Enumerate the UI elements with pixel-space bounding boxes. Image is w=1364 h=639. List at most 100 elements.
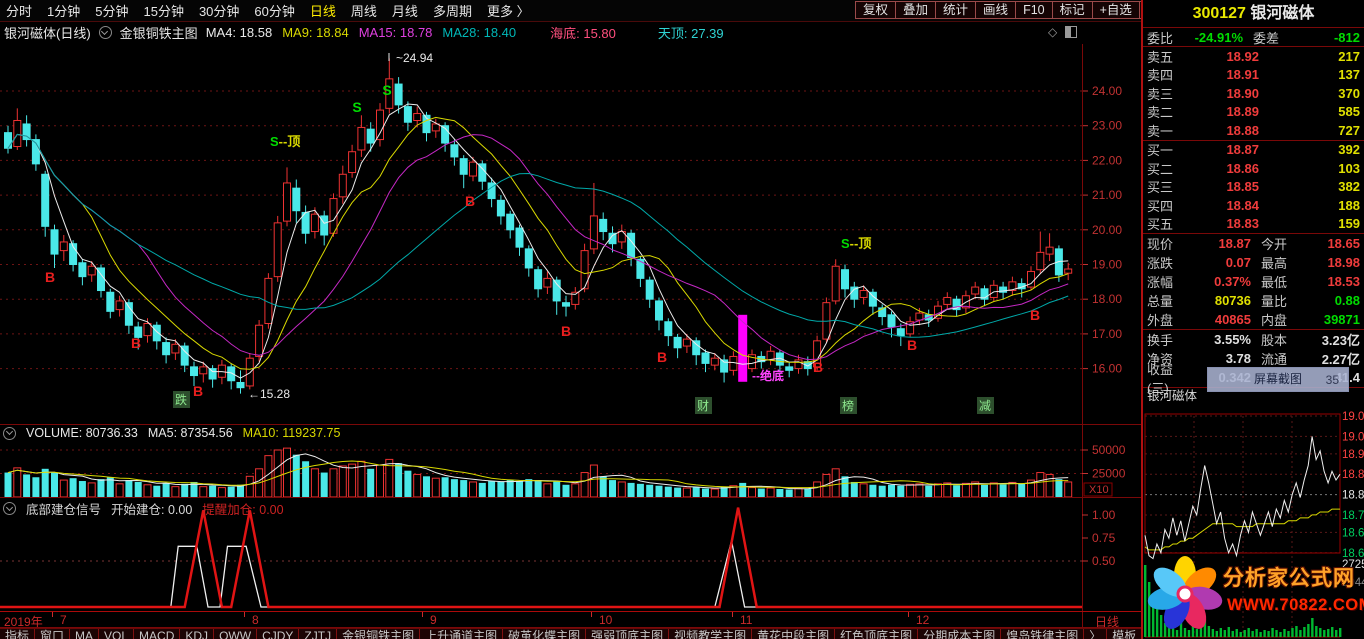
bid-row[interactable]: 买三18.85382 (1143, 178, 1364, 197)
collapse-chevron-icon[interactable] (3, 502, 16, 515)
buy-signal-mark: B (561, 323, 571, 339)
tab-金银铜铁主图[interactable]: 金银铜铁主图 (337, 629, 420, 639)
menu-item-1分钟[interactable]: 1分钟 (47, 1, 80, 20)
mini-price-label: 18.67 (1342, 527, 1364, 539)
tab-指标[interactable]: 指标 (0, 629, 35, 639)
toolbar-button-标记[interactable]: 标记 (1052, 1, 1093, 19)
tab-MACD[interactable]: MACD (134, 629, 180, 639)
tab-红色顶底主图[interactable]: 红色顶底主图 (835, 629, 918, 639)
candle-body (274, 223, 281, 277)
ask-row[interactable]: 卖四18.91137 (1143, 66, 1364, 85)
tab-〉[interactable]: 〉 (1084, 629, 1107, 639)
stock-code: 300127 (1193, 5, 1246, 22)
ask-row[interactable]: 卖二18.89585 (1143, 103, 1364, 122)
stat-label: 量比 (1251, 291, 1307, 310)
volume-chart[interactable]: 5000025000X10 (0, 443, 1141, 497)
mini-volume-bar (1331, 627, 1333, 637)
mini-volume-bar (1299, 630, 1301, 637)
tab-ZJTJ[interactable]: ZJTJ (299, 629, 337, 639)
collapse-chevron-icon[interactable] (99, 26, 112, 39)
diamond-icon[interactable]: ◇ (1048, 25, 1057, 39)
ask-row[interactable]: 卖三18.90370 (1143, 84, 1364, 103)
toolbar-button-复权[interactable]: 复权 (855, 1, 896, 19)
ask-row[interactable]: 卖一18.88727 (1143, 121, 1364, 140)
main-indicator-name[interactable]: 金银铜铁主图 (120, 23, 198, 42)
indicator-legend-1: 开始建仓: 0.00 (111, 499, 192, 518)
toolbar-button-画线[interactable]: 画线 (975, 1, 1016, 19)
tab-上升通道主图[interactable]: 上升通道主图 (420, 629, 503, 639)
menu-item-分时[interactable]: 分时 (6, 1, 32, 20)
tab-煌岛铁律主图[interactable]: 煌岛铁律主图 (1001, 629, 1084, 639)
menu-item-月线[interactable]: 月线 (392, 1, 418, 20)
level-volume: 382 (1259, 179, 1360, 194)
multiplier-label: X10 (1089, 484, 1109, 496)
menu-item-周线[interactable]: 周线 (351, 1, 377, 20)
menu-item-15分钟[interactable]: 15分钟 (143, 1, 183, 20)
level-price: 18.90 (1187, 86, 1259, 101)
candle-body (842, 270, 849, 289)
menu-item-更多 〉[interactable]: 更多 〉 (487, 1, 530, 20)
bid-row[interactable]: 买五18.83159 (1143, 215, 1364, 234)
candle-body (349, 152, 356, 173)
main-candlestick-chart[interactable]: 24.0023.0022.0021.0020.0019.0018.0017.00… (0, 44, 1141, 424)
bid-row[interactable]: 买四18.84188 (1143, 196, 1364, 215)
stat-label: 涨跌 (1147, 253, 1193, 272)
volume-header: VOLUME: 80736.33MA5: 87354.56MA10: 11923… (0, 426, 1083, 440)
ask-row[interactable]: 卖五18.92217 (1143, 47, 1364, 66)
tab-分期成本主图[interactable]: 分期成本主图 (918, 629, 1001, 639)
split-view-icon[interactable] (1065, 26, 1077, 38)
candle-body (163, 343, 170, 355)
volume-bar (581, 473, 588, 497)
volume-bar (786, 489, 793, 497)
level-price: 18.84 (1187, 198, 1259, 213)
stat-row: 换手3.55%股本3.23亿 (1143, 330, 1364, 349)
candle-body (767, 351, 774, 360)
volume-bar (79, 481, 86, 497)
indicator-axis-label: 1.00 (1092, 508, 1116, 522)
volume-bar (1055, 479, 1062, 497)
volume-bar (535, 480, 542, 497)
candle-body (79, 263, 86, 277)
toolbar-button-统计[interactable]: 统计 (935, 1, 976, 19)
menu-item-60分钟[interactable]: 60分钟 (254, 1, 294, 20)
volume-bar (1018, 484, 1025, 497)
volume-bar (70, 478, 77, 497)
volume-bar (321, 473, 328, 497)
tab-MA[interactable]: MA (70, 629, 99, 639)
volume-bar (1046, 474, 1053, 497)
tab-CJDY[interactable]: CJDY (257, 629, 299, 639)
level-volume: 137 (1259, 67, 1360, 82)
ma-label-2: MA15: 18.78 (359, 25, 433, 40)
tab-破茧化蝶主图[interactable]: 破茧化蝶主图 (503, 629, 586, 639)
menu-item-30分钟[interactable]: 30分钟 (199, 1, 239, 20)
tab-黄花中段主图[interactable]: 黄花中段主图 (752, 629, 835, 639)
candle-body (144, 323, 151, 335)
bid-row[interactable]: 买二18.86103 (1143, 159, 1364, 178)
tab-视频教学主图[interactable]: 视频教学主图 (669, 629, 752, 639)
menu-item-多周期[interactable]: 多周期 (433, 1, 472, 20)
intraday-mini-chart[interactable]: 19.0719.0018.9418.8718.8018.7318.6718.60… (1143, 406, 1364, 639)
candle-body (590, 216, 597, 249)
toolbar-button-叠加[interactable]: 叠加 (895, 1, 936, 19)
volume-bar (869, 485, 876, 497)
stat-value: 18.98 (1307, 255, 1360, 270)
tab-VOL[interactable]: VOL (99, 629, 134, 639)
toolbar-button-+自选[interactable]: +自选 (1092, 1, 1140, 19)
candle-body (888, 315, 895, 327)
volume-bar (656, 486, 663, 497)
tab-窗口[interactable]: 窗口 (35, 629, 70, 639)
collapse-chevron-icon[interactable] (3, 427, 16, 440)
mini-volume-bar (1303, 627, 1305, 637)
menu-item-日线[interactable]: 日线 (310, 1, 336, 20)
tab-模板[interactable]: 模板 (1107, 629, 1141, 639)
volume-bar (646, 485, 653, 497)
menu-item-5分钟[interactable]: 5分钟 (95, 1, 128, 20)
tab-强弱顶底主图[interactable]: 强弱顶底主图 (586, 629, 669, 639)
weicha-label: 委差 (1243, 28, 1279, 47)
toolbar-button-F10[interactable]: F10 (1015, 1, 1053, 19)
volume-bar (488, 481, 495, 497)
volume-bar (98, 479, 105, 497)
bid-row[interactable]: 买一18.87392 (1143, 141, 1364, 160)
tab-KDJ[interactable]: KDJ (180, 629, 214, 639)
tab-QWW[interactable]: QWW (214, 629, 257, 639)
